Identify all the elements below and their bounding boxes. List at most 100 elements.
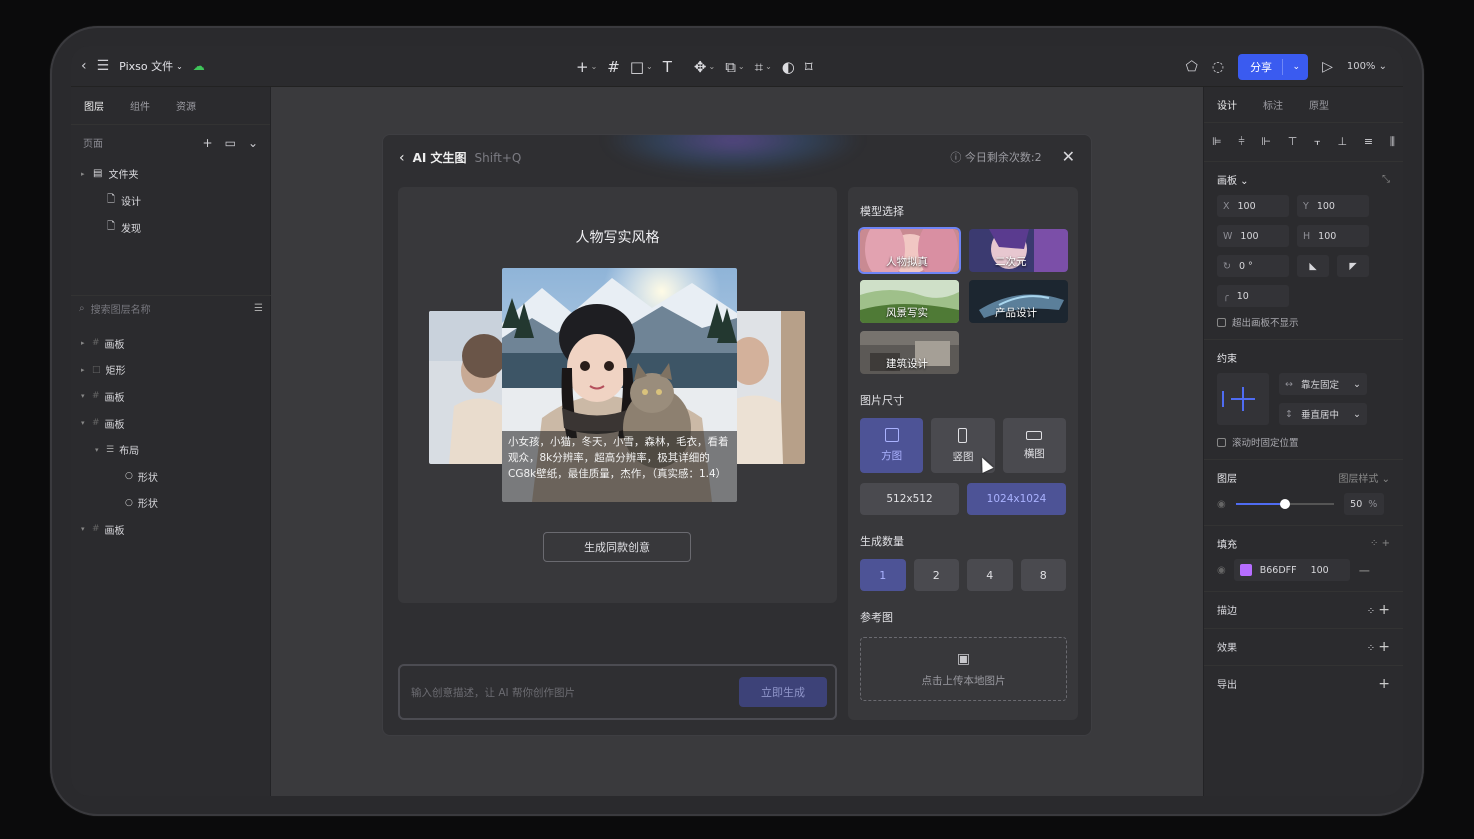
remaining-count: ⓘ 今日剩余次数:2 bbox=[950, 149, 1041, 165]
tab-prototype[interactable]: 原型 bbox=[1309, 97, 1329, 112]
fill-row[interactable]: B66DFF 100 bbox=[1233, 559, 1350, 581]
component-tool[interactable]: ✥ ⌄ bbox=[694, 58, 715, 76]
model-option-architecture[interactable]: 建筑设计 bbox=[860, 331, 959, 374]
align-right-icon[interactable]: ⊩ bbox=[1261, 135, 1271, 149]
vector-tool[interactable]: ⌗ ⌄ bbox=[755, 58, 772, 76]
resolution-1024-button[interactable]: 1024x1024 bbox=[967, 483, 1066, 515]
add-effect-icon[interactable]: + bbox=[1378, 639, 1390, 655]
flip-h-icon[interactable]: ◣ bbox=[1297, 255, 1329, 277]
layer-row[interactable]: ▾ # 画板 bbox=[71, 516, 271, 543]
boolean-tool[interactable]: ⧉ ⌄ bbox=[725, 58, 744, 76]
chevron-down-icon: ⌄ bbox=[737, 62, 745, 71]
size-square-button[interactable]: 方图 bbox=[860, 418, 924, 473]
page-item[interactable]: ▸ ▤ 文件夹 bbox=[81, 160, 260, 187]
layer-row[interactable]: ▸ # 画板 bbox=[71, 330, 271, 357]
opacity-field[interactable]: 50% bbox=[1343, 493, 1384, 515]
opacity-knob[interactable] bbox=[1279, 499, 1290, 509]
comment-icon[interactable]: ◌ bbox=[1212, 60, 1224, 74]
eye-icon[interactable]: ◉ bbox=[1217, 499, 1226, 510]
layer-row[interactable]: ▾ ☰ 布局 bbox=[71, 436, 271, 463]
crop-tool[interactable]: ⌑ bbox=[805, 58, 813, 76]
radius-field[interactable]: ╭ 10 bbox=[1217, 285, 1289, 307]
add-page-icon[interactable]: + bbox=[203, 136, 213, 150]
zoom-select[interactable]: 100% ⌄ bbox=[1347, 61, 1387, 72]
distribute-v-icon[interactable]: ≡ bbox=[1364, 135, 1373, 149]
eye-icon[interactable]: ◉ bbox=[1217, 565, 1226, 576]
y-field[interactable]: Y 100 bbox=[1297, 195, 1369, 217]
share-button[interactable]: 分享 ⌄ bbox=[1238, 53, 1309, 80]
back-icon[interactable]: ‹ bbox=[399, 150, 405, 166]
chevron-down-icon[interactable]: ⌄ bbox=[248, 136, 258, 150]
plugin-icon[interactable]: ⬠ bbox=[1186, 60, 1198, 74]
resolution-512-button[interactable]: 512x512 bbox=[860, 483, 959, 515]
upload-area[interactable]: ▣ 点击上传本地图片 bbox=[860, 637, 1067, 701]
rotation-value: 0 ° bbox=[1238, 260, 1253, 272]
close-icon[interactable]: ✕ bbox=[1062, 147, 1075, 166]
model-option-product[interactable]: 产品设计 bbox=[969, 280, 1068, 323]
menu-icon[interactable]: ☰ bbox=[97, 59, 110, 73]
collapse-icon[interactable]: ⤡ bbox=[1382, 174, 1390, 185]
model-option-realistic[interactable]: 人物拟真 bbox=[860, 229, 959, 272]
count-2-button[interactable]: 2 bbox=[913, 559, 959, 591]
style-icon[interactable]: ⁘ bbox=[1367, 643, 1375, 654]
generate-same-button[interactable]: 生成同款创意 bbox=[543, 532, 691, 562]
generate-now-button[interactable]: 立即生成 bbox=[739, 677, 827, 707]
filter-icon[interactable]: ☰ bbox=[254, 303, 263, 314]
model-option-anime[interactable]: 二次元 bbox=[969, 229, 1068, 272]
opacity-slider[interactable] bbox=[1235, 499, 1334, 509]
distribute-h-icon[interactable]: ⫼ bbox=[1390, 135, 1395, 149]
style-icon[interactable]: ⁘ bbox=[1367, 606, 1375, 617]
tab-annotation[interactable]: 标注 bbox=[1263, 97, 1283, 112]
add-fill-icon[interactable]: + bbox=[1382, 538, 1390, 549]
page-item[interactable]: 🗋 设计 bbox=[81, 187, 260, 214]
layer-row[interactable]: ▸ □ 矩形 bbox=[71, 357, 271, 384]
tab-components[interactable]: 组件 bbox=[130, 98, 150, 113]
align-left-icon[interactable]: ⊫ bbox=[1212, 135, 1222, 149]
add-tool[interactable]: + ⌄ bbox=[576, 58, 597, 76]
add-export-icon[interactable]: + bbox=[1378, 676, 1390, 692]
mask-tool[interactable]: ◐ bbox=[782, 58, 795, 76]
frame-section-title[interactable]: 画板 ⌄ bbox=[1217, 172, 1249, 187]
layer-style-select[interactable]: 图层样式 ⌄ bbox=[1338, 470, 1390, 485]
play-icon[interactable]: ▷ bbox=[1322, 60, 1333, 74]
align-vcenter-icon[interactable]: ⫟ bbox=[1314, 135, 1321, 149]
clip-content-checkbox[interactable]: 超出画板不显示 bbox=[1217, 315, 1390, 329]
w-field[interactable]: W 100 bbox=[1217, 225, 1289, 247]
x-field[interactable]: X 100 bbox=[1217, 195, 1289, 217]
text-tool[interactable]: T bbox=[663, 58, 672, 76]
style-icon[interactable]: ⁘ bbox=[1370, 538, 1378, 549]
align-hcenter-icon[interactable]: ⫩ bbox=[1238, 135, 1244, 149]
scroll-fixed-checkbox[interactable]: 滚动时固定位置 bbox=[1217, 435, 1390, 449]
size-landscape-button[interactable]: 横图 bbox=[1002, 418, 1066, 473]
count-4-button[interactable]: 4 bbox=[967, 559, 1013, 591]
folder-icon[interactable]: ▭ bbox=[225, 136, 236, 150]
count-8-button[interactable]: 8 bbox=[1020, 559, 1066, 591]
back-icon[interactable]: ‹ bbox=[81, 59, 87, 73]
align-top-icon[interactable]: ⊤ bbox=[1288, 135, 1298, 149]
rotation-field[interactable]: ↻ 0 ° bbox=[1217, 255, 1289, 277]
remove-fill-icon[interactable]: − bbox=[1358, 561, 1371, 580]
layer-row[interactable]: ○ 形状 bbox=[71, 463, 271, 490]
frame-tool[interactable]: # bbox=[607, 58, 620, 76]
tab-design[interactable]: 设计 bbox=[1217, 97, 1237, 112]
fill-swatch[interactable] bbox=[1239, 564, 1252, 576]
layer-row[interactable]: ○ 形状 bbox=[71, 490, 271, 517]
count-1-button[interactable]: 1 bbox=[860, 559, 906, 591]
flip-v-icon[interactable]: ◤ bbox=[1337, 255, 1369, 277]
shape-tool[interactable]: □ ⌄ bbox=[630, 58, 653, 76]
tab-assets[interactable]: 资源 bbox=[176, 98, 196, 113]
constraint-h-select[interactable]: ↔ 靠左固定 ⌄ bbox=[1279, 373, 1367, 395]
layer-row[interactable]: ▾ # 画板 bbox=[71, 410, 271, 437]
align-bottom-icon[interactable]: ⊥ bbox=[1338, 135, 1348, 149]
h-field[interactable]: H 100 bbox=[1297, 225, 1369, 247]
constraint-v-select[interactable]: ↕ 垂直居中 ⌄ bbox=[1279, 403, 1367, 425]
model-option-landscape[interactable]: 风景写实 bbox=[860, 280, 959, 323]
page-item[interactable]: 🗋 发现 bbox=[81, 214, 260, 241]
file-title[interactable]: Pixso 文件 ⌄ bbox=[119, 58, 183, 74]
tab-layers[interactable]: 图层 bbox=[84, 98, 104, 113]
prompt-input[interactable]: 输入创意描述，让 AI 帮你创作图片 立即生成 bbox=[398, 664, 837, 720]
layer-row[interactable]: ▾ # 画板 bbox=[71, 383, 271, 410]
add-stroke-icon[interactable]: + bbox=[1378, 602, 1390, 618]
layer-search[interactable]: ⌕ 搜索图层名称 ☰ bbox=[71, 295, 271, 321]
constraint-widget[interactable] bbox=[1217, 373, 1269, 425]
